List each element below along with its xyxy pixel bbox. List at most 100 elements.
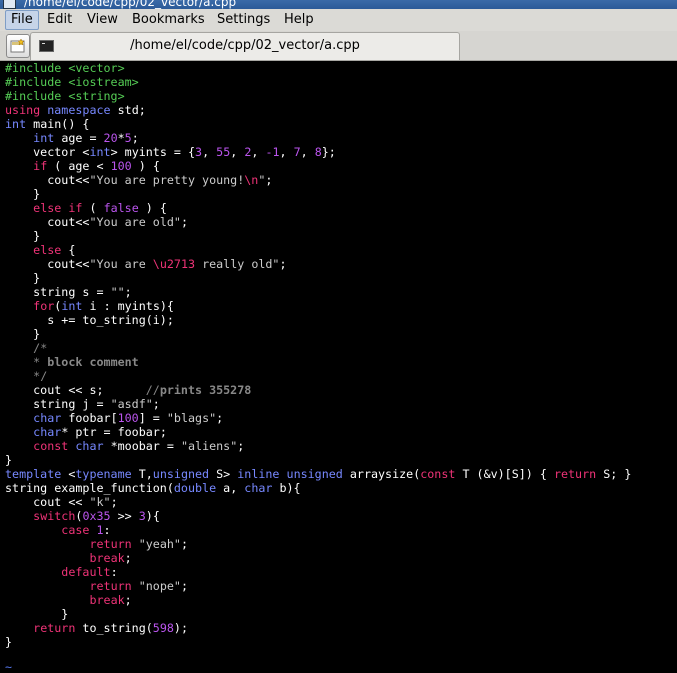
- code-line: }: [5, 453, 631, 467]
- tab-active[interactable]: /home/el/code/cpp/02_vector/a.cpp: [30, 32, 460, 60]
- code-token: >>: [110, 509, 139, 523]
- window-title: /home/el/code/cpp/02_vector/a.cpp: [24, 0, 237, 9]
- code-token: }: [5, 327, 41, 341]
- code-token: for: [33, 299, 55, 313]
- code-line: cout << s; //prints 355278: [5, 383, 631, 397]
- code-token: cout<<: [5, 173, 90, 187]
- code-token: "": [110, 285, 125, 299]
- code-token: ] =: [138, 411, 167, 425]
- code-line: int age = 20*5;: [5, 131, 631, 145]
- code-line: }: [5, 229, 631, 243]
- code-line: break;: [5, 593, 631, 607]
- code-token: cout<<: [5, 257, 90, 271]
- code-token: ){: [145, 509, 160, 523]
- code-token: 100: [110, 159, 132, 173]
- new-tab-button[interactable]: [6, 34, 30, 58]
- code-token: int: [61, 299, 83, 313]
- code-token: main() {: [26, 117, 90, 131]
- code-token: }: [5, 187, 41, 201]
- code-token: ;: [110, 495, 118, 509]
- menu-settings[interactable]: Settings: [212, 11, 275, 29]
- code-line: const char *moobar = "aliens";: [5, 439, 631, 453]
- code-line: string s = "";: [5, 285, 631, 299]
- code-line: vector <int> myints = {3, 55, 2, -1, 7, …: [5, 145, 631, 159]
- code-token: \u2713: [152, 257, 196, 271]
- code-token: cout<<: [5, 215, 90, 229]
- code-token: return: [89, 579, 132, 593]
- code-token: typename: [75, 467, 132, 481]
- code-line: cout<<"You are pretty young!\n";: [5, 173, 631, 187]
- code-token: "nope": [138, 579, 181, 593]
- code-line: return to_string(598);: [5, 621, 631, 635]
- code-token: vector <: [5, 145, 90, 159]
- code-token: 7: [293, 145, 301, 159]
- code-token: *: [33, 355, 48, 369]
- code-token: unsigned: [286, 467, 343, 481]
- code-token: \n: [244, 173, 259, 187]
- code-token: else: [33, 201, 62, 215]
- code-token: ,: [202, 145, 217, 159]
- code-token: switch: [33, 509, 76, 523]
- code-line: if ( age < 100 ) {: [5, 159, 631, 173]
- code-token: > myints = {: [110, 145, 196, 159]
- code-token: "asdf": [110, 397, 153, 411]
- code-token: break: [89, 593, 125, 607]
- editor-area[interactable]: #include <vector> #include <iostream> #inc…: [0, 61, 677, 673]
- code-token: ;: [237, 439, 245, 453]
- code-token: );: [173, 621, 188, 635]
- code-line: s += to_string(i);: [5, 313, 631, 327]
- code-token: 5: [124, 131, 132, 145]
- code-token: }: [5, 271, 41, 285]
- code-token: return: [33, 621, 76, 635]
- menu-bookmarks[interactable]: Bookmarks: [127, 11, 210, 29]
- code-token: i : myints){: [82, 299, 174, 313]
- code-token: "You are old": [89, 215, 181, 229]
- code-line: char foobar[100] = "blags";: [5, 411, 631, 425]
- menu-view[interactable]: View: [82, 11, 123, 29]
- code-token: prints 355278: [159, 383, 252, 397]
- code-line: switch(0x35 >> 3){: [5, 509, 631, 523]
- menu-help[interactable]: Help: [279, 11, 319, 29]
- code-token: string example_function(: [5, 481, 174, 495]
- code-token: {: [61, 243, 76, 257]
- code-token: ;: [265, 173, 273, 187]
- code-token: */: [33, 369, 48, 383]
- code-token: if: [33, 159, 48, 173]
- menu-edit[interactable]: Edit: [42, 11, 77, 29]
- code-token: "k": [89, 495, 111, 509]
- code-token: int: [89, 145, 111, 159]
- code-token: template: [5, 467, 62, 481]
- code-token: 0x35: [82, 509, 111, 523]
- code-token: arraysize(: [342, 467, 421, 481]
- menu-file[interactable]: File: [5, 10, 39, 30]
- code-token: else: [33, 243, 62, 257]
- code-token: ;: [152, 397, 160, 411]
- code-token: 100: [117, 411, 139, 425]
- code-view[interactable]: #include <vector> #include <iostream> #inc…: [5, 61, 631, 649]
- window-titlebar[interactable]: /home/el/code/cpp/02_vector/a.cpp: [0, 0, 677, 9]
- code-token: ) {: [131, 159, 160, 173]
- code-line: * block comment: [5, 355, 631, 369]
- code-token: unsigned: [152, 467, 210, 481]
- code-line: for(int i : myints){: [5, 299, 631, 313]
- code-token: S; }: [596, 467, 632, 481]
- code-token: ,: [300, 145, 315, 159]
- code-token: ,: [230, 145, 245, 159]
- code-line: case 1:: [5, 523, 631, 537]
- code-token: "yeah": [138, 537, 181, 551]
- code-token: -1: [265, 145, 280, 159]
- code-token: really old": [195, 257, 280, 271]
- code-token: }: [5, 635, 13, 649]
- code-token: cout <<: [5, 495, 90, 509]
- code-token: #include <iostream>: [5, 75, 139, 89]
- code-line: string example_function(double a, char b…: [5, 481, 631, 495]
- code-line: /*: [5, 341, 631, 355]
- code-token: T (&v)[S]) {: [455, 467, 554, 481]
